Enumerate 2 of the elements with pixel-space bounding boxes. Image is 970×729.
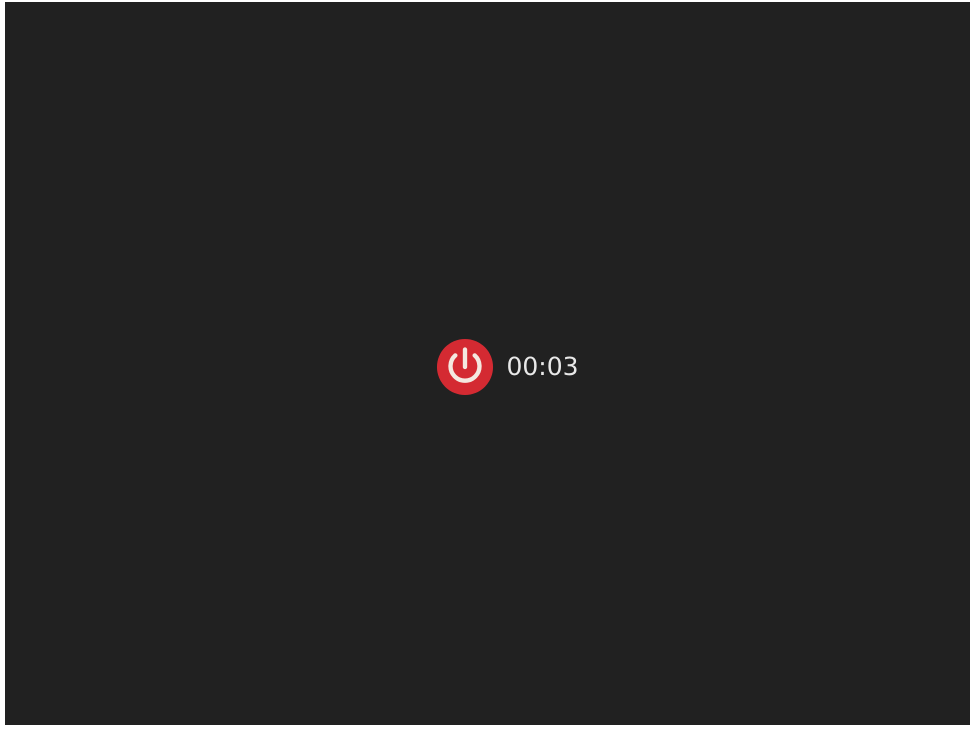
countdown-timer: 00:03	[506, 352, 579, 381]
power-icon	[436, 338, 494, 396]
